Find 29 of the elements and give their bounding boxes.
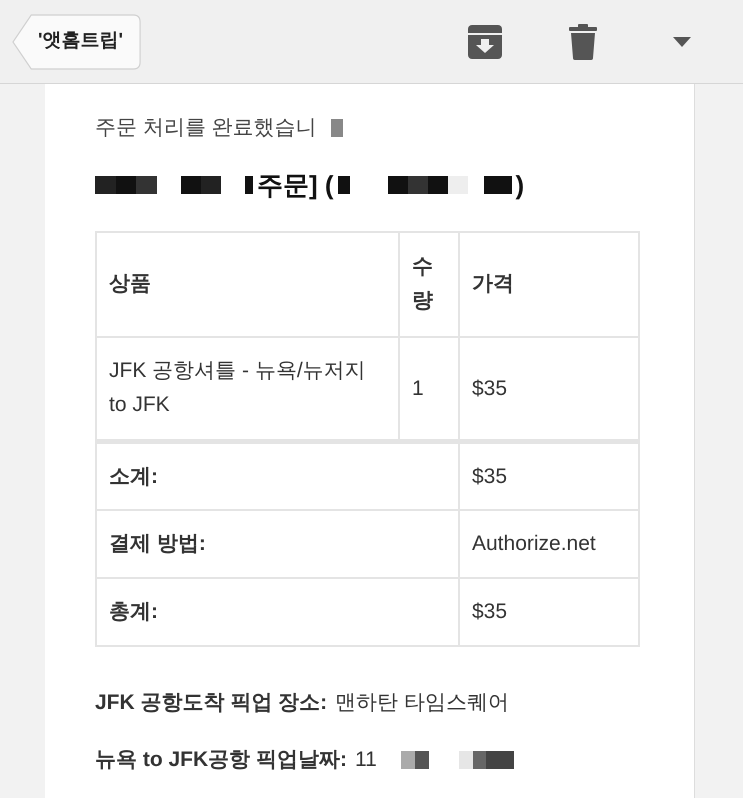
redaction-block bbox=[458, 750, 514, 769]
heading-text: 주문] ( bbox=[257, 168, 334, 202]
detail-label: 뉴욕 to JFK공항 픽업날짜: bbox=[95, 747, 347, 773]
archive-icon[interactable] bbox=[467, 24, 503, 60]
table-cell: 소계: bbox=[96, 442, 459, 510]
detail-label: JFK 공항도착 픽업 장소: bbox=[95, 690, 328, 716]
back-button[interactable]: '앳홈트립' bbox=[12, 14, 142, 70]
redaction-block bbox=[330, 118, 343, 137]
trash-icon[interactable] bbox=[569, 24, 597, 60]
redaction-block bbox=[484, 176, 512, 194]
table-header-cell: 가격 bbox=[459, 232, 639, 336]
table-cell: JFK 공항셔틀 - 뉴욕/뉴저지 to JFK bbox=[96, 336, 399, 442]
table-cell: 총계: bbox=[96, 578, 459, 646]
intro-text: 주문 처리를 완료했습니 bbox=[95, 115, 317, 141]
table-header-cell: 상품 bbox=[96, 232, 399, 336]
heading-text: ) bbox=[516, 168, 524, 202]
redaction-block bbox=[338, 176, 350, 194]
dropdown-caret-icon[interactable] bbox=[673, 36, 691, 46]
redaction-block bbox=[245, 176, 253, 194]
redaction-block bbox=[95, 176, 157, 194]
table-cell: $35 bbox=[459, 578, 639, 646]
redaction-block bbox=[400, 750, 429, 769]
detail-value: 맨하탄 타임스퀘어 bbox=[335, 690, 510, 716]
table-cell: Authorize.net bbox=[459, 510, 639, 578]
table-cell: 결제 방법: bbox=[96, 510, 459, 578]
table-cell: $35 bbox=[459, 442, 639, 510]
table-header-cell: 수량 bbox=[399, 232, 459, 336]
redaction-block bbox=[181, 176, 221, 194]
detail-value: 11 bbox=[355, 747, 377, 773]
